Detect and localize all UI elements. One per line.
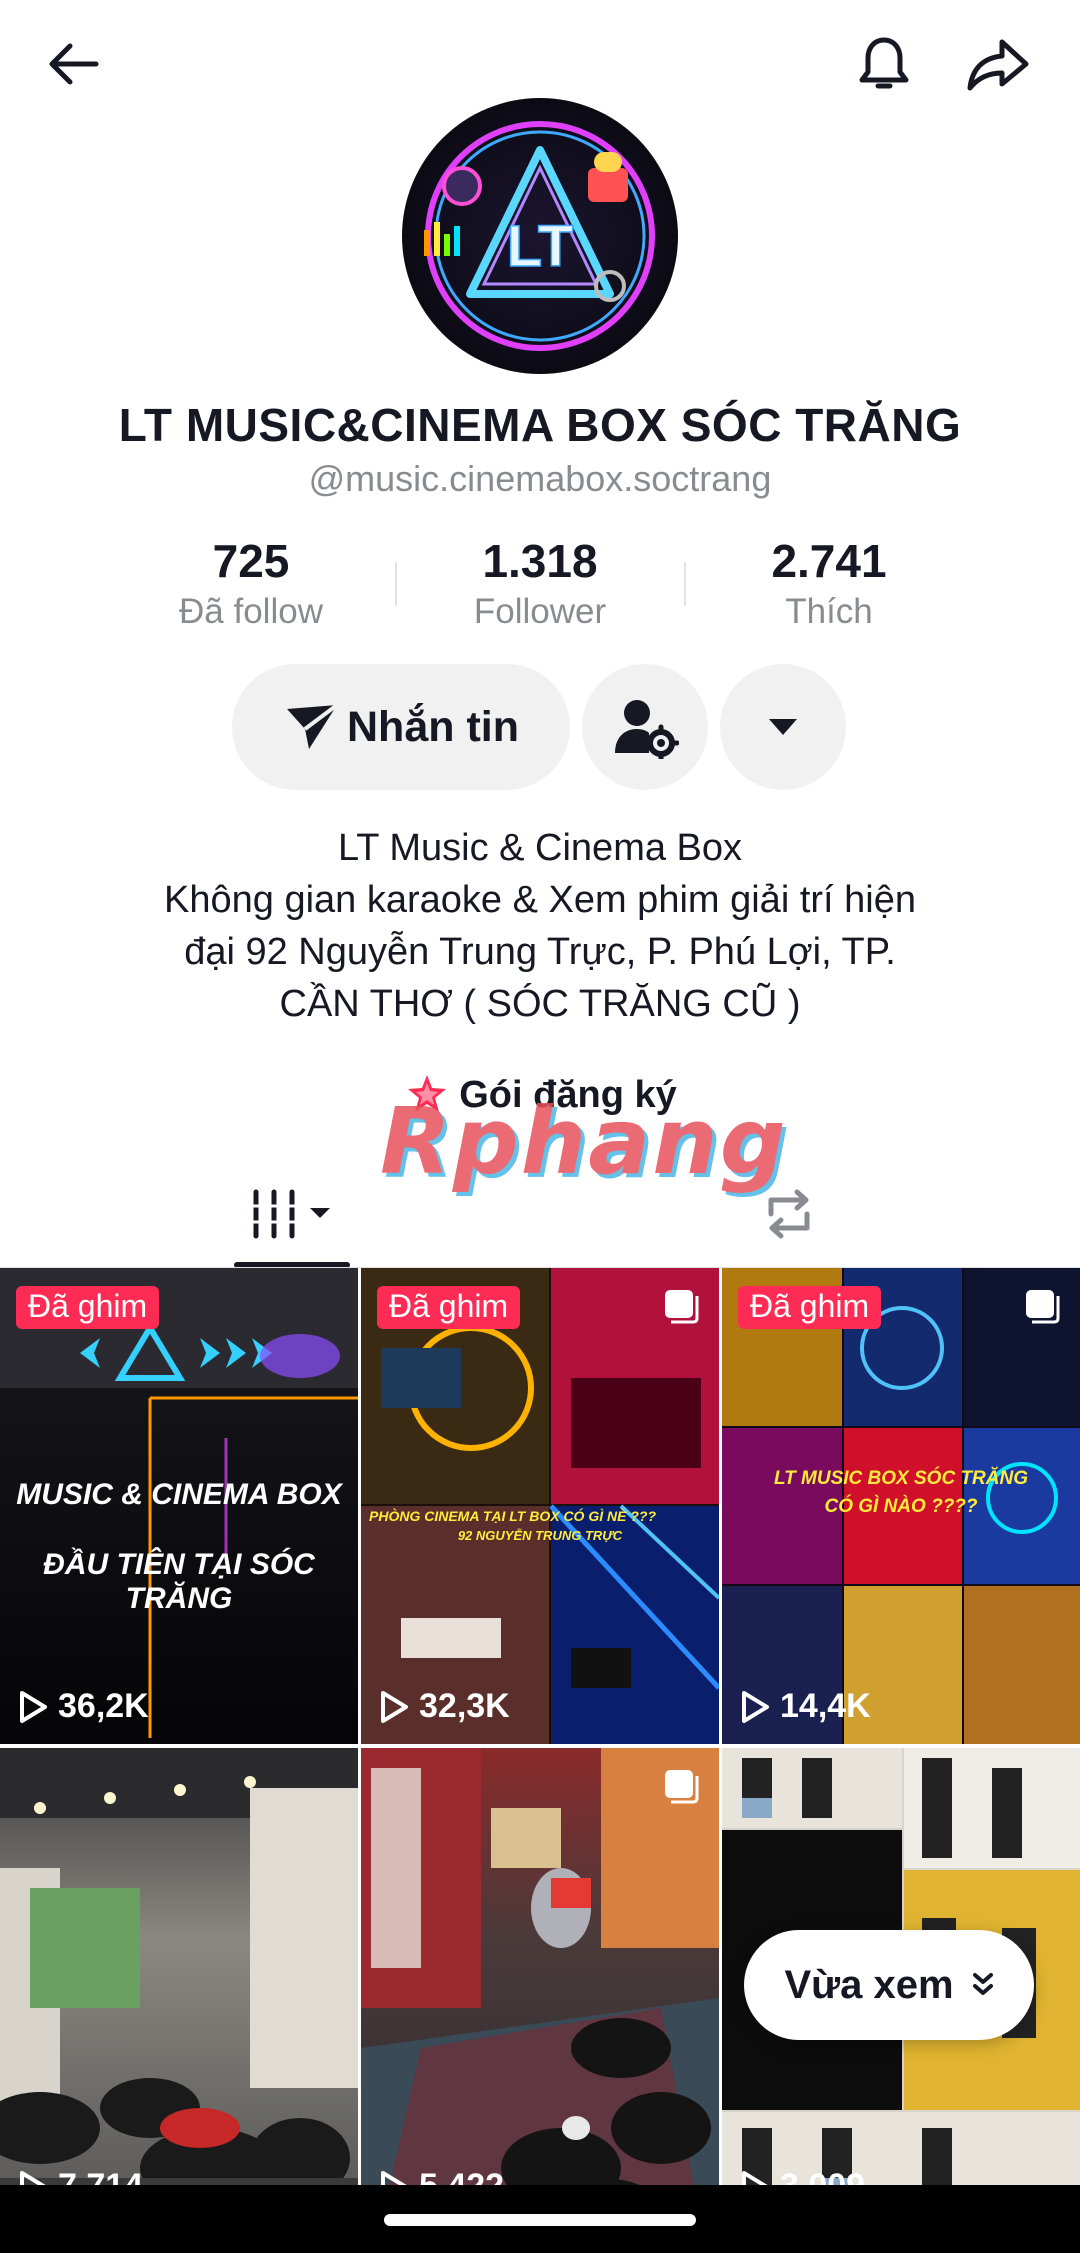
friend-settings-button[interactable] <box>582 664 708 790</box>
bio-line: LT Music & Cinema Box <box>337 827 743 869</box>
share-button[interactable] <box>950 16 1046 112</box>
photo-stack-icon <box>1026 1290 1060 1324</box>
stat-divider <box>395 562 397 606</box>
view-count-value: 14,4K <box>780 1687 871 1725</box>
play-icon <box>381 1690 408 1723</box>
pinned-badge: Đã ghim <box>377 1286 521 1329</box>
video-caption: MUSIC & CINEMA BOX <box>16 1478 342 1511</box>
home-indicator[interactable] <box>384 2214 696 2226</box>
video-tile[interactable]: 5.422 <box>361 1748 719 2224</box>
view-count: 32,3K <box>379 1687 510 1726</box>
view-count: 14,4K <box>740 1687 871 1726</box>
view-count-value: 36,2K <box>58 1687 149 1725</box>
recently-viewed-label: Vừa xem <box>784 1962 954 2007</box>
video-thumbnail-image <box>361 1268 719 1744</box>
stat-divider <box>684 562 686 606</box>
avatar-logo-image: LT <box>424 121 655 351</box>
video-caption: ĐẦU TIÊN TẠI SÓC TRĂNG <box>43 1548 315 1615</box>
multi-image-indicator <box>1022 1286 1062 1331</box>
back-button[interactable] <box>26 16 122 112</box>
video-grid: MUSIC & CINEMA BOX ĐẦU TIÊN TẠI SÓC TRĂN… <box>0 1268 1080 2224</box>
following-stat[interactable]: 725 Đã follow <box>106 534 396 632</box>
bio-line: đại 92 Nguyễn Trung Trực, P. Phú Lợi, TP… <box>184 931 896 973</box>
tab-reposts[interactable] <box>730 1160 848 1268</box>
profile-avatar[interactable]: LT <box>402 98 678 374</box>
multi-image-indicator <box>661 1766 701 1811</box>
video-caption: LT MUSIC BOX SÓC TRĂNG <box>773 1468 1029 1489</box>
video-tile[interactable]: 7.714 <box>0 1748 358 2224</box>
following-label: Đã follow <box>179 592 323 631</box>
video-caption: PHÒNG CINEMA TẠI LT BOX CÓ GÌ NÈ ??? <box>369 1508 656 1524</box>
likes-count: 2.741 <box>771 535 887 587</box>
likes-stat[interactable]: 2.741 Thích <box>684 534 974 632</box>
photo-stack-icon <box>665 1770 699 1804</box>
more-options-button[interactable] <box>720 664 846 790</box>
message-button-label: Nhắn tin <box>347 702 519 751</box>
profile-username[interactable]: @music.cinemabox.soctrang <box>0 458 1080 500</box>
video-tile[interactable]: PHÒNG CINEMA TẠI LT BOX CÓ GÌ NÈ ??? 92 … <box>361 1268 719 1744</box>
pinned-badge: Đã ghim <box>16 1286 160 1329</box>
bio-line: Không gian karaoke & Xem phim giải trí h… <box>164 879 916 921</box>
view-count: 36,2K <box>18 1687 149 1726</box>
photo-stack-icon <box>665 1290 699 1324</box>
followers-stat[interactable]: 1.318 Follower <box>395 534 685 632</box>
bio-line: CẦN THƠ ( SÓC TRĂNG CŨ ) <box>279 983 801 1025</box>
pinned-badge: Đã ghim <box>738 1286 882 1329</box>
person-gear-icon <box>615 700 679 759</box>
video-thumbnail-image <box>361 1748 719 2224</box>
bell-icon <box>859 37 909 89</box>
grid-sort-icon <box>252 1189 330 1239</box>
video-caption: 92 NGUYỄN TRUNG TRỰC <box>457 1528 623 1543</box>
play-icon <box>20 1690 47 1723</box>
profile-stats: 725 Đã follow 1.318 Follower 2.741 Thích <box>0 534 1080 644</box>
play-icon <box>742 1690 769 1723</box>
likes-label: Thích <box>785 592 873 631</box>
recently-viewed-button[interactable]: Vừa xem <box>744 1930 1034 2040</box>
following-count: 725 <box>212 535 290 587</box>
send-icon <box>287 703 339 749</box>
caret-down-icon <box>769 719 797 735</box>
video-tile[interactable]: LT MUSIC BOX SÓC TRĂNG CÓ GÌ NÀO ???? Đã… <box>722 1268 1080 1744</box>
profile-display-name: LT MUSIC&CINEMA BOX SÓC TRĂNG <box>118 399 962 451</box>
notification-button[interactable] <box>836 16 932 112</box>
followers-label: Follower <box>473 592 607 631</box>
video-tile[interactable]: MUSIC & CINEMA BOX ĐẦU TIÊN TẠI SÓC TRĂN… <box>0 1268 358 1744</box>
video-thumbnail-image <box>0 1748 358 2224</box>
message-button[interactable]: Nhắn tin <box>232 664 570 790</box>
repost-icon <box>768 1189 810 1239</box>
profile-bio: LT Music & Cinema Box Không gian karaoke… <box>0 822 1080 1030</box>
view-count-value: 32,3K <box>419 1687 510 1725</box>
tab-videos[interactable] <box>234 1160 352 1268</box>
back-arrow-icon <box>49 43 99 85</box>
video-caption: CÓ GÌ NÀO ???? <box>824 1496 978 1517</box>
share-arrow-icon <box>967 39 1029 91</box>
followers-count: 1.318 <box>482 535 598 587</box>
multi-image-indicator <box>661 1286 701 1331</box>
profile-tabs <box>0 1160 1080 1268</box>
double-chevron-down-icon <box>972 1973 993 1995</box>
avatar-logo-text: LT <box>507 214 574 279</box>
